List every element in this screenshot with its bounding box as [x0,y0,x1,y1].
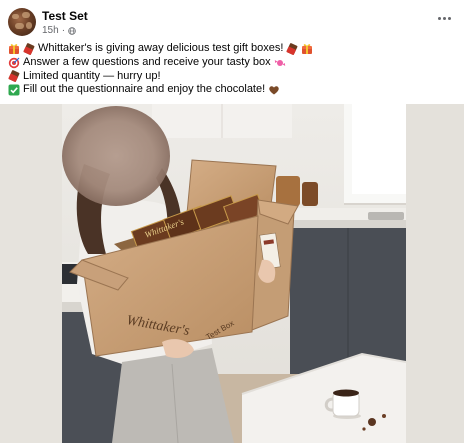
more-options-icon [437,16,452,20]
post-line-1-text: Whittaker's is giving away delicious tes… [38,42,284,54]
kitchen-scene: Whittaker's Whittaker's Test Box [62,104,406,443]
heart-icon [268,84,280,96]
post-time[interactable]: 15h [42,25,59,36]
post-line-3-text: Limited quantity — hurry up! [23,69,161,82]
gift-icon [8,43,20,55]
meta-separator: · [61,25,66,36]
photo-left-border [0,104,62,443]
chocolate-bar-icon [23,42,35,55]
post-line-3: Limited quantity — hurry up! [8,70,456,84]
chocolate-bar-icon [286,42,298,55]
post-photo[interactable]: Whittaker's Whittaker's Test Box [0,104,464,443]
page-name[interactable]: Test Set [42,9,88,23]
post-line-1: Whittaker's is giving away delicious tes… [8,42,456,56]
chocolate-bar-icon [8,70,20,83]
check-box-icon [8,84,20,96]
gift-icon [301,43,313,55]
post-meta: 15h · [42,25,76,36]
post-text: Whittaker's is giving away delicious tes… [8,42,456,97]
candy-icon [274,57,286,69]
globe-icon [68,26,76,35]
page-avatar[interactable] [8,8,36,36]
target-icon [8,57,20,69]
post-header: Test Set 15h · [8,5,456,41]
post-line-2: Answer a few questions and receive your … [8,56,456,70]
facebook-post: Test Set 15h · Whittaker's is giving awa [0,0,464,443]
post-line-4: Fill out the questionnaire and enjoy the… [8,83,456,97]
more-options-button[interactable] [434,11,454,25]
blurred-face [62,106,170,206]
post-line-2-text: Answer a few questions and receive your … [23,55,271,68]
photo-right-border [406,104,464,443]
scene-illustration: Whittaker's Whittaker's Test Box [62,104,406,443]
post-line-4-text: Fill out the questionnaire and enjoy the… [23,83,266,96]
